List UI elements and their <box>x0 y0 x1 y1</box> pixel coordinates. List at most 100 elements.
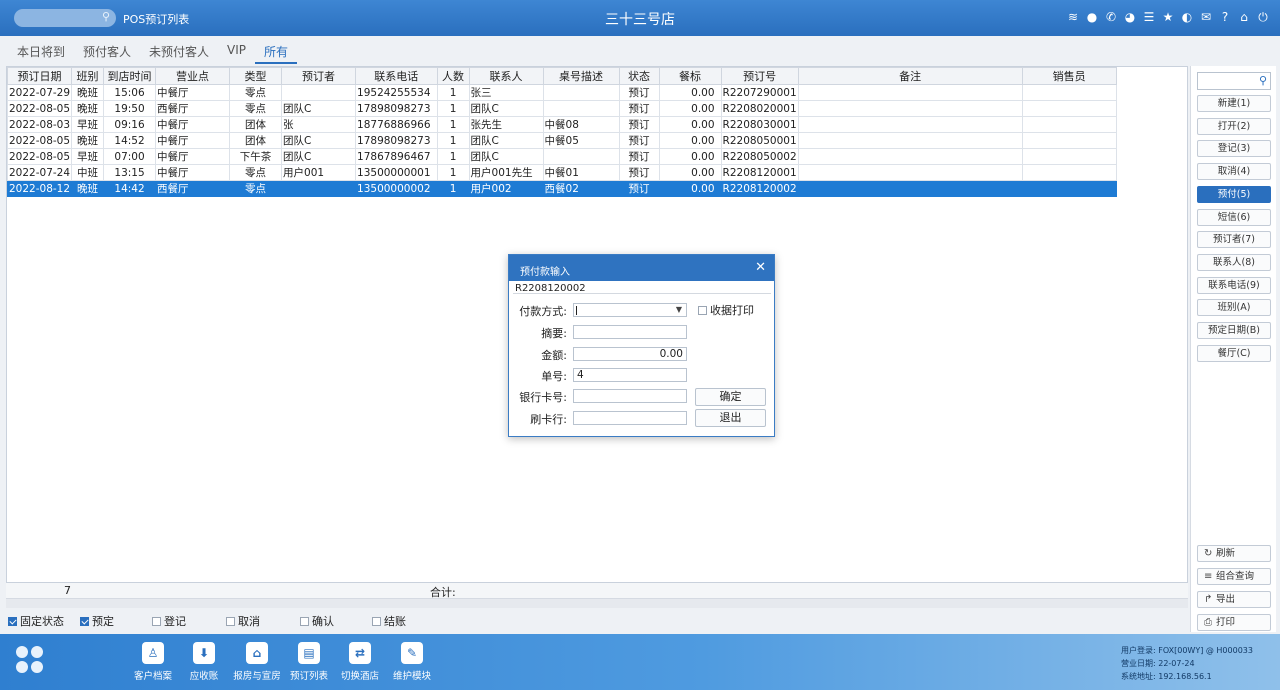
checkbox-box[interactable] <box>226 616 235 626</box>
column-header[interactable]: 桌号描述 <box>542 67 620 85</box>
dock-item-5[interactable]: ✎ 维护模块 <box>384 642 440 682</box>
column-header[interactable]: 班别 <box>71 67 105 85</box>
action-button-9[interactable]: 班别(A) <box>1197 299 1271 317</box>
star-icon[interactable]: ★ <box>1161 9 1175 25</box>
table-cell: 晚班 <box>71 100 105 117</box>
tab-2[interactable]: 未预付客人 <box>140 36 218 64</box>
horizontal-scrollbar[interactable] <box>6 598 1188 608</box>
table-cell: 13:15 <box>103 164 157 181</box>
column-header[interactable]: 类型 <box>229 67 283 85</box>
table-cell: 早班 <box>71 148 105 165</box>
receivable-icon[interactable]: ⬇ <box>193 642 215 664</box>
pay-method-select[interactable]: ▼ <box>573 303 687 317</box>
dock-item-0[interactable]: ♙ 客户档案 <box>125 642 181 682</box>
close-icon[interactable]: ✕ <box>755 260 766 275</box>
tab-3[interactable]: VIP <box>218 36 255 64</box>
status-checkbox-1[interactable]: 预定 <box>80 613 152 629</box>
status-checkbox-0[interactable]: 固定状态 <box>8 613 80 629</box>
action-button-6[interactable]: 预订者(7) <box>1197 231 1271 249</box>
action-button-11[interactable]: 餐厅(C) <box>1197 344 1271 362</box>
action-button-3[interactable]: 取消(4) <box>1197 163 1271 181</box>
action-button-10[interactable]: 预定日期(B) <box>1197 322 1271 339</box>
house-icon[interactable]: ⌂ <box>246 642 268 664</box>
table-row[interactable]: 2022-08-05 晚班 19:50 西餐厅 零点 团队C 17898098273 1 团队C… <box>6 100 1117 117</box>
bank-card-input[interactable] <box>573 389 687 403</box>
theme-icon[interactable]: ◐ <box>1180 9 1194 25</box>
checkbox-box[interactable] <box>152 616 161 626</box>
tool-button-1[interactable]: ≡ 组合查询 <box>1197 568 1271 585</box>
table-cell: 13500000002 <box>355 180 438 197</box>
checkbox-box[interactable] <box>300 616 309 626</box>
mail-icon[interactable]: ✉ <box>1199 9 1213 25</box>
dock-item-4[interactable]: ⇄ 切换酒店 <box>332 642 388 682</box>
summary-input[interactable] <box>573 325 687 339</box>
column-header[interactable]: 联系人 <box>468 67 544 85</box>
column-header[interactable]: 到店时间 <box>103 67 157 85</box>
phone-icon[interactable]: ✆ <box>1104 9 1118 25</box>
tool-button-2[interactable]: ↱ 导出 <box>1197 591 1271 608</box>
status-checkbox-4[interactable]: 确认 <box>300 613 372 629</box>
table-row[interactable]: 2022-07-29 晚班 15:06 中餐厅 零点 19524255534 1 张三 预订 0.… <box>6 84 1117 101</box>
power-icon[interactable]: ⏻ <box>1256 9 1270 25</box>
column-header[interactable]: 状态 <box>618 67 660 85</box>
tab-4[interactable]: 所有 <box>255 36 298 64</box>
column-header[interactable]: 预订日期 <box>6 67 73 85</box>
action-button-7[interactable]: 联系人(8) <box>1197 253 1271 271</box>
dock-item-1[interactable]: ⬇ 应收账 <box>176 642 232 682</box>
switch-icon[interactable]: ⇄ <box>349 642 371 664</box>
action-button-8[interactable]: 联系电话(9) <box>1197 276 1271 294</box>
exit-button[interactable]: 退出 <box>695 409 766 427</box>
palette-icon[interactable]: ◕ <box>1123 9 1137 25</box>
global-search[interactable]: ⚲ <box>14 9 116 27</box>
checkbox-box[interactable] <box>698 305 707 315</box>
action-button-1[interactable]: 打开(2) <box>1197 117 1271 135</box>
amount-input[interactable]: 0.00 <box>573 347 687 361</box>
tool-button-3[interactable]: ⎙ 打印 <box>1197 614 1271 631</box>
table-cell: 2022-07-29 <box>6 84 73 101</box>
table-row[interactable]: 2022-08-12 晚班 14:42 西餐厅 零点 13500000002 1 用户002 西… <box>6 180 1117 197</box>
wrench-icon[interactable]: ✎ <box>401 642 423 664</box>
chat-icon[interactable]: ● <box>1085 9 1099 25</box>
column-header[interactable]: 营业点 <box>155 67 231 85</box>
chevron-down-icon[interactable]: ▼ <box>676 304 682 316</box>
status-checkbox-5[interactable]: 结账 <box>372 613 432 629</box>
ok-button[interactable]: 确定 <box>695 388 766 406</box>
action-button-5[interactable]: 短信(6) <box>1197 208 1271 226</box>
tab-0[interactable]: 本日将到 <box>8 36 74 64</box>
search-icon[interactable]: ⚲ <box>102 10 110 23</box>
dock-item-3[interactable]: ▤ 预订列表 <box>281 642 337 682</box>
customer-file-icon[interactable]: ♙ <box>142 642 164 664</box>
action-button-0[interactable]: 新建(1) <box>1197 95 1271 112</box>
column-header[interactable]: 预订者 <box>281 67 357 85</box>
checkbox-box[interactable] <box>80 616 89 626</box>
table-row[interactable]: 2022-08-05 晚班 14:52 中餐厅 团体 团队C 17898098273 1 团队C… <box>6 132 1117 149</box>
checkbox-box[interactable] <box>372 616 381 626</box>
column-header[interactable]: 预订号 <box>720 67 799 85</box>
menu-icon[interactable]: ☰ <box>1142 9 1156 25</box>
tab-1[interactable]: 预付客人 <box>74 36 140 64</box>
column-header[interactable]: 人数 <box>436 67 470 85</box>
action-button-4[interactable]: 预付(5) <box>1197 185 1271 203</box>
column-header[interactable]: 备注 <box>797 67 1023 85</box>
panel-search-input[interactable]: ⚲ <box>1197 72 1271 90</box>
status-checkbox-2[interactable]: 登记 <box>152 613 226 629</box>
table-row[interactable]: 2022-07-24 中班 13:15 中餐厅 零点 用户001 13500000001 1 用… <box>6 164 1117 181</box>
checkbox-box[interactable] <box>8 616 17 626</box>
action-button-2[interactable]: 登记(3) <box>1197 140 1271 158</box>
column-header[interactable]: 餐标 <box>658 67 722 85</box>
table-row[interactable]: 2022-08-05 早班 07:00 中餐厅 下午茶 团队C 17867896467 1 团队… <box>6 148 1117 165</box>
dock-item-2[interactable]: ⌂ 报房与宣房 <box>229 642 285 682</box>
home-icon[interactable]: ⌂ <box>1237 9 1251 25</box>
table-row[interactable]: 2022-08-03 早班 09:16 中餐厅 团体张 18776886966 1 张先生 中餐… <box>6 116 1117 133</box>
tool-button-0[interactable]: ↻ 刷新 <box>1197 545 1271 562</box>
column-header[interactable]: 销售员 <box>1021 67 1117 85</box>
swipe-bank-input[interactable] <box>573 411 687 425</box>
status-checkbox-3[interactable]: 取消 <box>226 613 300 629</box>
wifi-icon[interactable]: ≋ <box>1066 9 1080 25</box>
booking-list-icon[interactable]: ▤ <box>298 642 320 664</box>
help-icon[interactable]: ? <box>1218 9 1232 25</box>
receipt-print-checkbox[interactable]: 收据打印 <box>698 302 754 318</box>
column-header[interactable]: 联系电话 <box>355 67 438 85</box>
search-icon[interactable]: ⚲ <box>1259 74 1267 87</box>
bill-no-input[interactable]: 4 <box>573 368 687 382</box>
